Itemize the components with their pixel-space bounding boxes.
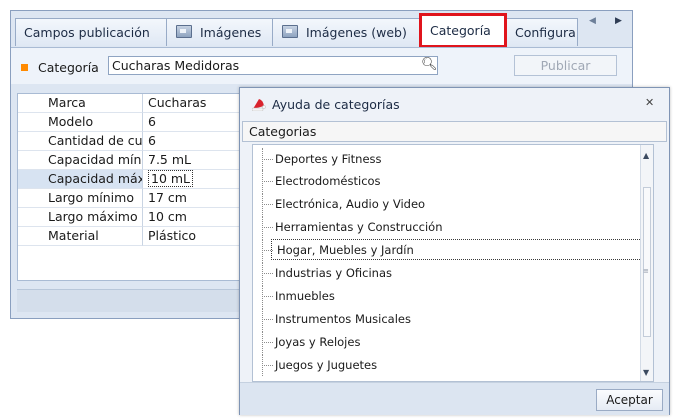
santa-hat-icon	[252, 99, 266, 111]
tree-item[interactable]: Electrónica, Audio y Video	[253, 193, 653, 215]
publish-button[interactable]: Publicar	[514, 55, 617, 76]
tree-item[interactable]: Joyas y Relojes	[253, 331, 653, 353]
grid-key: Largo máximo	[18, 208, 143, 227]
tree-item-label: Electrodomésticos	[275, 174, 381, 188]
dialog-title: Ayuda de categorías	[272, 97, 400, 112]
tree-item-label: Industrias y Oficinas	[275, 266, 392, 280]
search-help-icon[interactable]: 🔍︎	[421, 57, 438, 73]
grid-key: Capacidad míni	[18, 151, 143, 170]
scroll-up-icon[interactable]: ▲	[643, 151, 649, 160]
tab-label: Campos publicación	[24, 25, 150, 40]
tree-item[interactable]: Herramientas y Construcción	[253, 216, 653, 238]
tab-label: Categoría	[430, 23, 491, 38]
dialog-titlebar[interactable]: Ayuda de categorías ✕	[240, 88, 669, 118]
grid-key: Marca	[18, 94, 143, 113]
required-marker-icon	[21, 64, 28, 71]
category-tree: Deportes y Fitness Electrodomésticos Ele…	[252, 144, 654, 382]
category-input[interactable]: Cucharas Medidoras	[108, 56, 438, 75]
tree-item[interactable]: Deportes y Fitness	[253, 148, 653, 170]
grid-key: Cantidad de cuc	[18, 132, 143, 151]
grip-icon: ≡	[643, 267, 649, 275]
tab-imagenes[interactable]: Imágenes	[166, 18, 273, 46]
tree-item-label: Deportes y Fitness	[275, 152, 382, 166]
tree-item[interactable]: Electrodomésticos	[253, 170, 653, 192]
tree-item-label: Herramientas y Construcción	[275, 220, 443, 234]
tree-item-label: Juegos y Juguetes	[275, 358, 378, 372]
tree-item[interactable]: Industrias y Oficinas	[253, 262, 653, 284]
close-icon[interactable]: ✕	[645, 96, 654, 109]
tree-scrollbar[interactable]: ▲ ≡ ▼	[640, 145, 653, 381]
accept-button[interactable]: Aceptar	[596, 389, 663, 411]
category-label: Categoría	[38, 60, 99, 75]
grid-key: Material	[18, 227, 143, 246]
tree-item-label: Electrónica, Audio y Video	[275, 197, 426, 211]
tab-label: Imágenes	[200, 25, 262, 40]
tree-item[interactable]: Instrumentos Musicales	[253, 308, 653, 330]
image-icon	[176, 25, 192, 38]
tab-label: Imágenes (web)	[306, 25, 407, 40]
tree-item-label: Joyas y Relojes	[275, 335, 361, 349]
tab-scroll-right-icon[interactable]: ▶	[615, 16, 622, 26]
grid-key: Capacidad máxi	[18, 170, 143, 189]
grid-key: Modelo	[18, 113, 143, 132]
categories-column-header[interactable]: Categorias	[242, 121, 667, 142]
grid-value-text: 10 mL	[148, 170, 194, 187]
tree-item[interactable]: Inmuebles	[253, 285, 653, 307]
accept-button-label: Aceptar	[606, 393, 653, 407]
tab-categoria[interactable]: Categoría	[419, 13, 507, 47]
category-help-dialog: Ayuda de categorías ✕ Categorias Deporte…	[239, 87, 670, 415]
tab-configura[interactable]: Configura	[506, 18, 578, 46]
image-icon	[282, 25, 298, 38]
dialog-footer: Aceptar	[240, 382, 669, 415]
tree-item-selected[interactable]: Hogar, Muebles y Jardín	[253, 239, 653, 261]
tab-label: Configura	[515, 25, 576, 40]
grid-key: Largo mínimo	[18, 189, 143, 208]
tree-item-label: Instrumentos Musicales	[275, 312, 411, 326]
tree-item-label: Inmuebles	[275, 289, 335, 303]
tree-item-label: Hogar, Muebles y Jardín	[277, 243, 414, 257]
tab-imagenes-web[interactable]: Imágenes (web)	[272, 18, 420, 46]
category-row: Categoría Cucharas Medidoras 🔍︎ Publicar	[11, 47, 632, 84]
tree-item[interactable]: Juegos y Juguetes	[253, 354, 653, 376]
tab-campos-publicacion[interactable]: Campos publicación	[15, 18, 167, 46]
scroll-down-icon[interactable]: ▼	[643, 368, 649, 377]
tab-scroll-left-icon[interactable]: ◀	[589, 16, 596, 26]
publish-button-label: Publicar	[540, 58, 591, 73]
tab-strip: Campos publicación Imágenes Imágenes (we…	[11, 11, 632, 47]
scrollbar-thumb[interactable]	[643, 187, 651, 337]
